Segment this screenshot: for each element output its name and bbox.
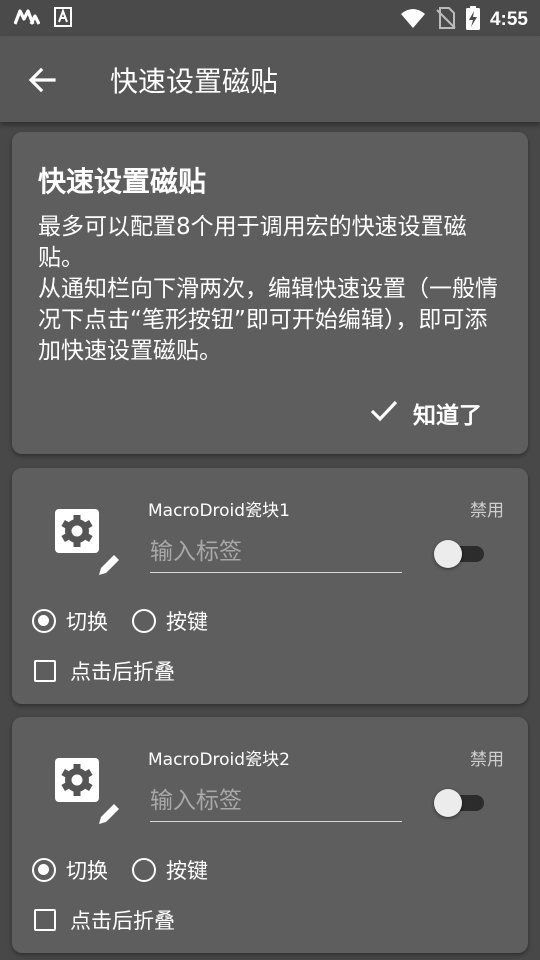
page-title: 快速设置磁贴	[110, 65, 279, 98]
tile-icon-button[interactable]	[52, 755, 130, 825]
collapse-after-click-checkbox[interactable]: 点击后折叠	[34, 905, 175, 935]
radio-label: 切换	[66, 610, 108, 634]
tile-card: MacroDroid瓷块1 禁用 输入标签 切换 按键 点击后折叠	[12, 468, 528, 704]
info-paragraph: 最多可以配置8个用于调用宏的快速设置磁贴。	[38, 214, 467, 271]
radio-button-unchecked	[132, 858, 156, 882]
got-it-button[interactable]: 知道了	[369, 396, 482, 430]
settings-edit-icon	[52, 509, 130, 580]
checkbox-label: 点击后折叠	[70, 909, 175, 933]
back-button[interactable]	[22, 60, 62, 100]
radio-toggle-mode[interactable]: 切换	[32, 855, 108, 885]
tile-status-label: 禁用	[470, 501, 504, 521]
tile-card: MacroDroid瓷块2 禁用 输入标签 切换 按键 点击后折叠	[12, 717, 528, 953]
tile-mode-radio-group: 切换 按键	[32, 606, 232, 636]
radio-button-mode[interactable]: 按键	[132, 855, 208, 885]
tile-name: MacroDroid瓷块2	[148, 750, 290, 770]
checkbox-box	[34, 909, 56, 931]
macrodroid-logo-icon	[13, 7, 41, 31]
tile-mode-radio-group: 切换 按键	[32, 855, 232, 885]
status-bar: 4:55	[0, 0, 540, 36]
radio-button-checked	[32, 858, 56, 882]
collapse-after-click-checkbox[interactable]: 点击后折叠	[34, 656, 175, 686]
tile-label-input[interactable]: 输入标签	[150, 532, 402, 573]
got-it-label: 知道了	[413, 403, 482, 429]
radio-toggle-mode[interactable]: 切换	[32, 606, 108, 636]
tile-status-label: 禁用	[470, 750, 504, 770]
info-card-body: 最多可以配置8个用于调用宏的快速设置磁贴。 从通知栏向下滑两次，编辑快速设置（一…	[38, 212, 508, 367]
tile-icon-button[interactable]	[52, 506, 130, 576]
info-card-title: 快速设置磁贴	[38, 165, 207, 198]
info-card: 快速设置磁贴 最多可以配置8个用于调用宏的快速设置磁贴。 从通知栏向下滑两次，编…	[12, 132, 528, 454]
font-app-icon	[54, 7, 72, 31]
checkbox-label: 点击后折叠	[70, 660, 175, 684]
app-bar: 快速设置磁贴	[0, 36, 540, 122]
radio-button-mode[interactable]: 按键	[132, 606, 208, 636]
no-sim-icon	[436, 6, 456, 34]
wifi-icon	[400, 7, 426, 33]
tile-name: MacroDroid瓷块1	[148, 501, 290, 521]
checkbox-box	[34, 660, 56, 682]
tile-enable-toggle[interactable]	[434, 536, 488, 570]
toggle-thumb	[434, 540, 462, 568]
arrow-left-icon	[22, 67, 62, 104]
radio-label: 按键	[166, 859, 208, 883]
status-time: 4:55	[489, 9, 528, 30]
tile-label-input[interactable]: 输入标签	[150, 781, 402, 822]
toggle-thumb	[434, 789, 462, 817]
info-paragraph: 从通知栏向下滑两次，编辑快速设置（一般情况下点击“笔形按钮”即可开始编辑），即可…	[38, 276, 498, 364]
radio-button-unchecked	[132, 609, 156, 633]
battery-charging-icon	[465, 6, 480, 34]
radio-button-checked	[32, 609, 56, 633]
check-icon	[369, 398, 399, 428]
settings-edit-icon	[52, 758, 130, 829]
radio-label: 按键	[166, 610, 208, 634]
radio-label: 切换	[66, 859, 108, 883]
tile-enable-toggle[interactable]	[434, 785, 488, 819]
